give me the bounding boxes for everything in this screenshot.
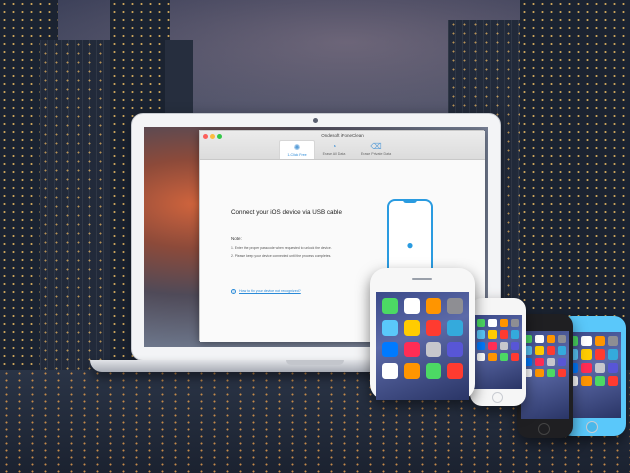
app-icon: [488, 319, 497, 328]
laptop-camera: [313, 118, 318, 123]
app-icon: [403, 298, 420, 314]
app-icon: [499, 341, 508, 350]
note-title: Note:: [231, 236, 242, 241]
app-icon: [546, 346, 555, 355]
background-building: [40, 40, 110, 380]
app-icon: [447, 363, 463, 379]
phone-screen: [521, 331, 569, 419]
app-icon: [510, 319, 519, 328]
app-icon: [607, 362, 618, 373]
private-data-icon: ⌫: [370, 142, 382, 151]
app-icon: [594, 349, 605, 360]
app-icon: [557, 346, 566, 355]
laptop-notch: [286, 360, 344, 365]
tab-label: 1-Click Free: [287, 153, 307, 157]
help-icon[interactable]: ?: [231, 289, 236, 294]
app-icon: [510, 330, 519, 339]
app-icon: [477, 319, 486, 328]
app-icon-grid: [382, 298, 463, 379]
app-icon: [499, 352, 508, 361]
app-icon: [607, 375, 618, 386]
app-icon: [382, 363, 398, 379]
app-icon: [403, 319, 420, 336]
app-icon: [594, 362, 605, 373]
app-icon: [581, 362, 592, 373]
app-icon: [581, 375, 592, 386]
phone-iphone6-white: [470, 298, 526, 406]
app-icon: [557, 335, 566, 344]
app-icon: [557, 368, 566, 377]
app-icon: [403, 363, 420, 379]
apple-logo-icon: ●: [406, 238, 414, 252]
home-button: [538, 423, 550, 435]
tab-erase-private-data[interactable]: ⌫ Erase Private Data: [355, 140, 397, 159]
app-icon: [382, 298, 398, 314]
app-icon-grid: [477, 319, 519, 361]
app-icon: [594, 336, 605, 347]
app-icon: [594, 375, 605, 386]
phone-screen: [565, 332, 621, 418]
app-icon: [477, 341, 486, 350]
tab-label: Erase All Data: [322, 152, 346, 156]
app-icon: [546, 368, 555, 377]
connect-heading: Connect your iOS device via USB cable: [231, 209, 342, 216]
erase-icon: ◔: [331, 142, 337, 151]
app-icon: [607, 336, 618, 347]
phone-iphone6-plus: [370, 268, 475, 400]
app-icon: [447, 341, 463, 358]
phone-speaker: [412, 278, 432, 280]
app-icon-grid: [524, 335, 566, 377]
app-icon: [535, 357, 544, 366]
app-icon: [557, 357, 566, 366]
sparkle-icon: ✺: [293, 143, 301, 152]
app-icon: [535, 346, 544, 355]
app-icon: [382, 319, 398, 336]
home-button: [492, 392, 503, 403]
window-titlebar: Ondesoft iFoneClean ✺ 1-Click Free ◔ Era…: [200, 131, 485, 160]
note-step: 1. Enter the proper passcode when reques…: [231, 246, 332, 250]
app-icon: [425, 363, 442, 379]
phone-screen: [376, 292, 469, 400]
app-icon: [488, 352, 497, 361]
app-icon: [488, 341, 497, 350]
app-icon: [477, 330, 486, 339]
phone-screen: [474, 315, 522, 389]
tab-erase-all-data[interactable]: ◔ Erase All Data: [316, 140, 352, 159]
app-icon: [499, 330, 508, 339]
app-icon: [477, 352, 486, 361]
home-button: [586, 421, 598, 433]
app-icon: [546, 335, 555, 344]
app-icon: [581, 349, 592, 360]
tab-label: Erase Private Data: [360, 152, 392, 156]
note-step: 2. Please keep your device connected unt…: [231, 254, 332, 258]
app-icon: [535, 368, 544, 377]
app-icon: [425, 298, 442, 314]
app-icon: [447, 298, 463, 314]
device-notch: [403, 200, 417, 203]
window-title: Ondesoft iFoneClean: [321, 133, 364, 138]
help-link[interactable]: How to fix your device not recognized?: [239, 289, 301, 293]
app-icon: [510, 352, 519, 361]
app-icon-grid: [568, 336, 618, 386]
tab-one-click-free[interactable]: ✺ 1-Click Free: [279, 140, 315, 159]
app-icon: [447, 319, 463, 336]
app-icon: [535, 335, 544, 344]
app-icon: [425, 341, 442, 358]
app-icon: [403, 341, 420, 358]
app-icon: [581, 336, 592, 347]
app-icon: [488, 330, 497, 339]
app-icon: [382, 341, 398, 358]
app-icon: [510, 341, 519, 350]
app-icon: [499, 319, 508, 328]
app-icon: [425, 319, 442, 336]
app-icon: [546, 357, 555, 366]
app-icon: [607, 349, 618, 360]
